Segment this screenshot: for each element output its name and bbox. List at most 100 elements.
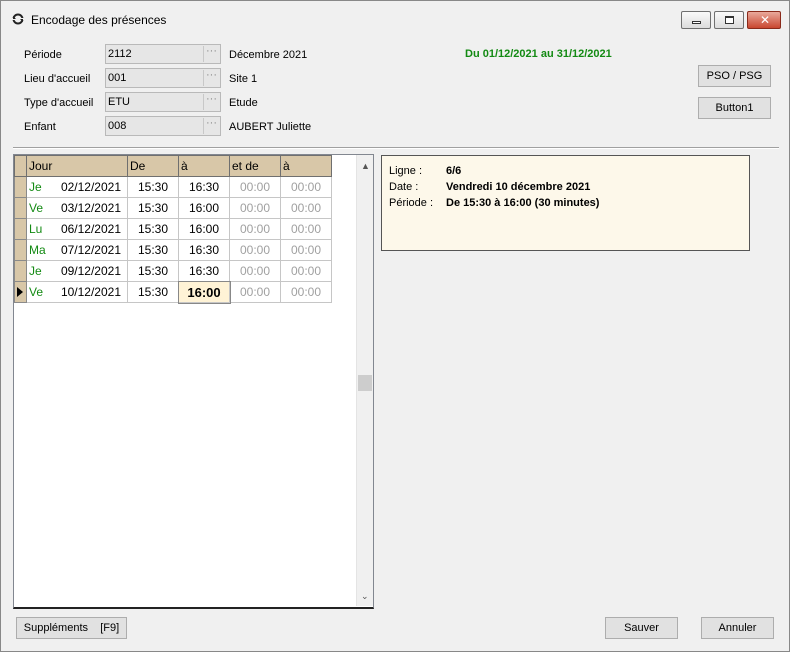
type-description: Etude (229, 97, 258, 109)
periode-lookup-button[interactable]: ··· (203, 46, 219, 62)
table-row-current[interactable]: Ve 10/12/2021 15:30 16:00 00:00 00:00 (14, 280, 332, 304)
day-abbrev: Ve (29, 285, 44, 299)
et-de-cell[interactable]: 00:00 (229, 197, 281, 219)
window-title: Encodage des présences (31, 13, 167, 27)
lieu-description: Site 1 (229, 73, 258, 85)
de-cell[interactable]: 15:30 (127, 260, 179, 282)
presence-grid[interactable]: Jour De à et de à Je 02/12/2021 15:30 16:… (13, 154, 374, 609)
col-header-jour[interactable]: Jour (26, 155, 128, 177)
a-cell[interactable]: 16:00 (178, 197, 230, 219)
current-row-arrow-icon (17, 287, 23, 297)
table-row[interactable]: Lu 06/12/2021 15:30 16:00 00:00 00:00 (14, 218, 332, 240)
a2-cell[interactable]: 00:00 (280, 218, 332, 240)
date-text: 06/12/2021 (60, 222, 121, 236)
sauver-button[interactable]: Sauver (605, 617, 678, 639)
button1[interactable]: Button1 (698, 97, 771, 119)
ligne-value: 6/6 (446, 165, 462, 177)
a2-cell[interactable]: 00:00 (280, 176, 332, 198)
et-de-cell[interactable]: 00:00 (229, 176, 281, 198)
de-cell[interactable]: 15:30 (127, 218, 179, 240)
row-selector[interactable] (14, 197, 27, 219)
day-abbrev: Lu (29, 222, 43, 236)
date-text: 02/12/2021 (60, 180, 121, 194)
app-icon (12, 13, 24, 25)
a2-cell[interactable]: 00:00 (280, 239, 332, 261)
day-abbrev: Je (29, 264, 42, 278)
info-panel: Ligne : 6/6 Date : Vendredi 10 décembre … (381, 155, 750, 251)
type-value: ETU (108, 96, 130, 108)
lieu-field[interactable]: 001 ··· (105, 68, 221, 88)
table-row[interactable]: Ve 03/12/2021 15:30 16:00 00:00 00:00 (14, 197, 332, 219)
close-button[interactable]: ✕ (747, 11, 781, 29)
de-cell[interactable]: 15:30 (127, 239, 179, 261)
maximize-icon (725, 16, 734, 24)
periode-info-value: De 15:30 à 16:00 (30 minutes) (446, 197, 600, 209)
et-de-cell[interactable]: 00:00 (229, 239, 281, 261)
date-value: Vendredi 10 décembre 2021 (446, 181, 591, 193)
lieu-lookup-button[interactable]: ··· (203, 70, 219, 86)
enfant-field[interactable]: 008 ··· (105, 116, 221, 136)
day-cell[interactable]: Ma 07/12/2021 (26, 239, 128, 261)
a-cell[interactable]: 16:30 (178, 239, 230, 261)
day-cell[interactable]: Je 09/12/2021 (26, 260, 128, 282)
de-cell[interactable]: 15:30 (127, 281, 179, 303)
date-text: 09/12/2021 (60, 264, 121, 278)
a2-cell[interactable]: 00:00 (280, 197, 332, 219)
close-icon: ✕ (759, 13, 771, 27)
day-cell[interactable]: Je 02/12/2021 (26, 176, 128, 198)
col-header-de[interactable]: De (127, 155, 179, 177)
table-row[interactable]: Je 09/12/2021 15:30 16:30 00:00 00:00 (14, 260, 332, 282)
et-de-cell[interactable]: 00:00 (229, 260, 281, 282)
scroll-down-icon[interactable]: ⌄ (361, 591, 369, 602)
col-header-a[interactable]: à (178, 155, 230, 177)
row-selector[interactable] (14, 239, 27, 261)
date-text: 07/12/2021 (60, 243, 121, 257)
periode-info-label: Période : (389, 197, 434, 209)
lieu-label: Lieu d'accueil (24, 73, 91, 85)
table-row[interactable]: Je 02/12/2021 15:30 16:30 00:00 00:00 (14, 176, 332, 198)
a2-cell[interactable]: 00:00 (280, 281, 332, 303)
dialog-window: Encodage des présences ✕ Période 2112 ··… (0, 0, 790, 652)
table-row[interactable]: Ma 07/12/2021 15:30 16:30 00:00 00:00 (14, 239, 332, 261)
row-selector[interactable] (14, 176, 27, 198)
a-cell-active[interactable]: 16:00 (177, 280, 231, 304)
separator (13, 147, 779, 149)
scroll-thumb[interactable] (358, 375, 372, 391)
date-text: 03/12/2021 (60, 201, 121, 215)
annuler-button[interactable]: Annuler (701, 617, 774, 639)
et-de-cell[interactable]: 00:00 (229, 218, 281, 240)
minimize-button[interactable] (681, 11, 711, 29)
row-selector-current[interactable] (14, 281, 27, 303)
pso-psg-button[interactable]: PSO / PSG (698, 65, 771, 87)
periode-label: Période (24, 49, 62, 61)
lieu-value: 001 (108, 72, 127, 84)
vertical-scrollbar[interactable]: ▲ ⌄ (356, 155, 373, 606)
col-header-a2[interactable]: à (280, 155, 332, 177)
row-selector[interactable] (14, 218, 27, 240)
supplements-button[interactable]: Suppléments [F9] (16, 617, 127, 639)
scroll-up-icon[interactable]: ▲ (361, 161, 370, 171)
a2-cell[interactable]: 00:00 (280, 260, 332, 282)
date-text: 10/12/2021 (60, 285, 121, 299)
day-abbrev: Je (29, 180, 42, 194)
a-cell[interactable]: 16:00 (178, 218, 230, 240)
de-cell[interactable]: 15:30 (127, 197, 179, 219)
day-cell[interactable]: Ve 10/12/2021 (26, 281, 128, 303)
row-selector[interactable] (14, 260, 27, 282)
type-field[interactable]: ETU ··· (105, 92, 221, 112)
grid-header-row: Jour De à et de à (14, 155, 332, 177)
col-header-et-de[interactable]: et de (229, 155, 281, 177)
a-cell[interactable]: 16:30 (178, 176, 230, 198)
a-cell[interactable]: 16:30 (178, 260, 230, 282)
periode-field[interactable]: 2112 ··· (105, 44, 221, 64)
minimize-icon (692, 21, 701, 24)
enfant-lookup-button[interactable]: ··· (203, 118, 219, 134)
et-de-cell[interactable]: 00:00 (229, 281, 281, 303)
day-cell[interactable]: Lu 06/12/2021 (26, 218, 128, 240)
de-cell[interactable]: 15:30 (127, 176, 179, 198)
maximize-button[interactable] (714, 11, 744, 29)
day-cell[interactable]: Ve 03/12/2021 (26, 197, 128, 219)
date-range: Du 01/12/2021 au 31/12/2021 (465, 48, 612, 60)
type-lookup-button[interactable]: ··· (203, 94, 219, 110)
presence-table: Jour De à et de à Je 02/12/2021 15:30 16:… (14, 155, 332, 304)
